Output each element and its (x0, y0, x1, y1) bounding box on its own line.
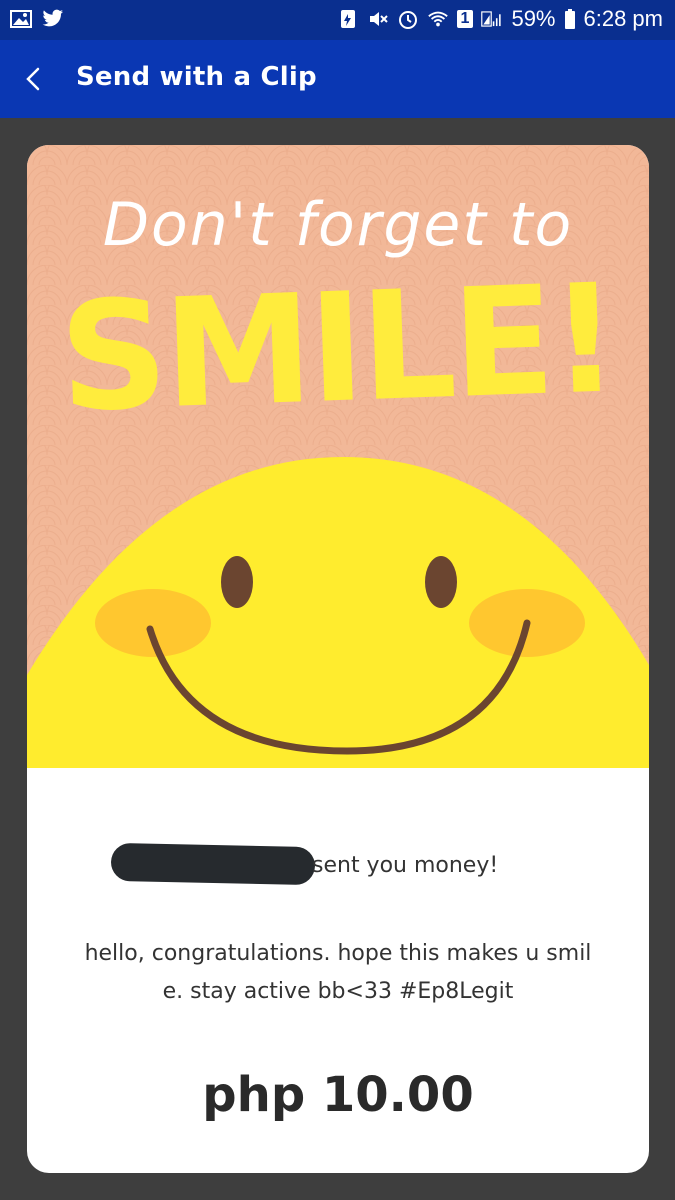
signal-icon (481, 11, 502, 27)
sender-row: sent you money! (27, 842, 649, 886)
redacted-sender-name (110, 842, 316, 886)
mute-icon (369, 12, 388, 26)
page-title: Send with a Clip (76, 62, 317, 92)
status-right: 1 59% 6:28 pm (337, 6, 663, 32)
clock: 6:28 pm (583, 6, 664, 31)
battery-saver-icon (340, 10, 355, 28)
image-icon (10, 10, 32, 28)
money-clip-card: Don't forget to SMILE! sent you money! h… (27, 145, 649, 1173)
sent-money-text: sent you money! (312, 853, 499, 878)
gift-message-line2: e. stay active bb<33 #Ep8Legit (162, 979, 514, 1004)
amount: php 10.00 (202, 1067, 474, 1123)
battery-icon (564, 9, 575, 29)
headline-line2: SMILE! (57, 252, 618, 445)
smile-clip-image: Don't forget to SMILE! (27, 145, 649, 768)
chevron-left-icon (26, 67, 40, 91)
wifi-icon (427, 11, 448, 27)
twitter-icon (42, 9, 64, 27)
battery-percent: 59% (511, 6, 556, 31)
sim-badge: 1 (456, 10, 474, 28)
back-button[interactable] (14, 59, 54, 99)
gift-message-line1: hello, congratulations. hope this makes … (84, 941, 592, 966)
left-eye (221, 556, 253, 608)
status-bar: 1 59% 6:28 pm (0, 0, 675, 40)
status-left (10, 8, 64, 30)
app-bar: Send with a Clip (0, 40, 675, 118)
right-eye (425, 556, 457, 608)
gift-message: hello, congratulations. hope this makes … (67, 935, 609, 1011)
headline-line1: Don't forget to (103, 190, 573, 260)
alarm-icon (398, 11, 417, 29)
